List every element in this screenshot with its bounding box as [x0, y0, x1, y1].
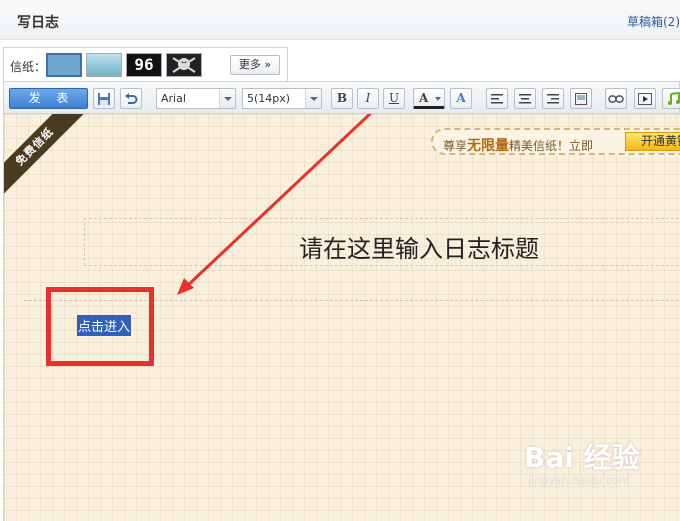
- editor-toolbar: 发 表 Arial 5(14px) B I U A A: [3, 81, 680, 114]
- chevron-down-icon: [219, 89, 235, 108]
- publish-button[interactable]: 发 表: [9, 88, 88, 109]
- page-header: 写日志 草稿箱(2): [0, 0, 680, 40]
- align-center-icon[interactable]: [514, 88, 536, 109]
- stationery-bar: 信纸： 96 更多 »: [3, 47, 288, 81]
- font-size-select[interactable]: 5(14px): [242, 88, 322, 109]
- underline-button[interactable]: U: [383, 88, 405, 109]
- baidu-jingyan-watermark: Bai 经验 jingyan.baidu.com: [524, 436, 674, 496]
- chevron-down-icon: [435, 97, 441, 101]
- chevron-down-icon: [305, 89, 321, 108]
- insert-music-icon[interactable]: [662, 88, 680, 109]
- stationery-thumb-3[interactable]: 96: [126, 53, 162, 77]
- page-title: 写日志: [17, 15, 59, 31]
- more-stationery-button[interactable]: 更多 »: [230, 55, 280, 75]
- italic-button[interactable]: I: [357, 88, 379, 109]
- font-family-value: Arial: [161, 92, 186, 105]
- font-color-button[interactable]: A: [413, 88, 445, 109]
- insert-link-icon[interactable]: [605, 88, 627, 109]
- highlight-color-button[interactable]: A: [450, 88, 472, 109]
- font-family-select[interactable]: Arial: [156, 88, 236, 109]
- watermark-sub: jingyan.baidu.com: [528, 474, 630, 487]
- font-color-letter: A: [419, 91, 429, 105]
- watermark-brand: Bai 经验: [524, 441, 640, 474]
- insert-table-icon[interactable]: [570, 88, 592, 109]
- stationery-thumb-1[interactable]: [46, 53, 82, 77]
- drafts-link[interactable]: 草稿箱(2): [627, 13, 680, 30]
- editor-canvas[interactable]: 免费信纸 尊享无限量精美信纸！立即 开通黄钻 请在这里输入日志标题 点击进入 B…: [3, 114, 680, 521]
- blog-editor-page: 写日志 草稿箱(2) 信纸： 96 更多 » 发 表 Arial 5(14px)…: [0, 0, 680, 521]
- undo-icon[interactable]: [120, 88, 142, 109]
- stationery-thumb-2[interactable]: [86, 53, 122, 77]
- save-icon[interactable]: [93, 88, 115, 109]
- bold-button[interactable]: B: [331, 88, 353, 109]
- align-left-icon[interactable]: [486, 88, 508, 109]
- align-right-icon[interactable]: [542, 88, 564, 109]
- font-size-value: 5(14px): [247, 92, 291, 105]
- insert-video-icon[interactable]: [634, 88, 656, 109]
- stationery-thumb-4[interactable]: [166, 53, 202, 77]
- stationery-label: 信纸：: [10, 60, 47, 74]
